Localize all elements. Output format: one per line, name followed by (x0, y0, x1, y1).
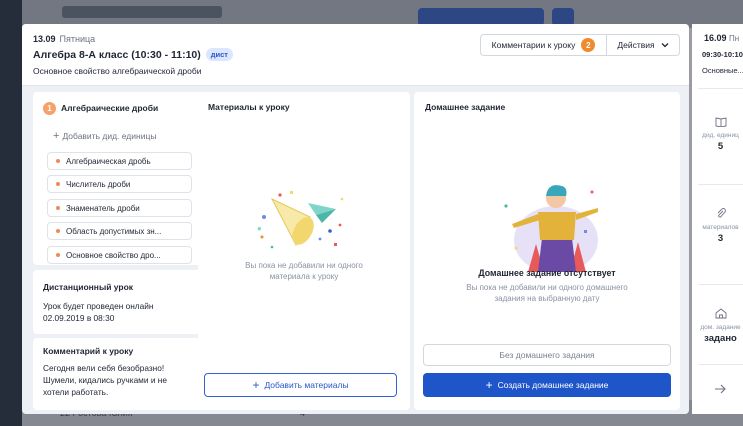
unit-item-label: Область допустимых зн... (66, 226, 162, 236)
actions-label: Действия (617, 40, 655, 50)
next-units-value: 5 (717, 141, 724, 152)
home-icon (715, 308, 726, 319)
next-date-value: 16.09 (704, 33, 727, 43)
next-materials-block: материалов 3 (698, 206, 743, 244)
unit-item[interactable]: Числитель дроби (47, 175, 192, 193)
unit-item-label: Числитель дроби (66, 179, 131, 189)
next-lesson-panel[interactable]: 16.09 Пн 09:30-10:10 Основные... дид. ед… (692, 24, 743, 414)
materials-card: Материалы к уроку Вы пока не добавили ни… (198, 92, 410, 410)
plus-icon: + (53, 130, 60, 142)
comments-button-label: Комментарии к уроку (491, 40, 576, 50)
units-card: 1 Алгебраические дроби + Добавить дид. еди… (33, 92, 212, 265)
homework-empty-title: Домашнее задание отсутствует (478, 268, 616, 278)
homework-title: Домашнее задание (425, 102, 506, 112)
materials-title: Материалы к уроку (208, 102, 290, 112)
comments-count-badge: 2 (581, 38, 596, 52)
lesson-header: 13.09 Пятница Алгебра 8-А класс (10:30 - … (22, 24, 689, 86)
units-title: 1 Алгебраические дроби (43, 102, 158, 115)
materials-empty-text: материала к уроку (269, 272, 339, 281)
next-lesson-topic: Основные... (702, 66, 743, 75)
create-homework-label: Создать домашнее задание (497, 380, 609, 390)
remote-badge: дист (205, 48, 233, 61)
lesson-title-row: Алгебра 8-А класс (10:30 - 11:10) дист (33, 48, 233, 61)
chevron-down-icon (661, 43, 669, 48)
divider (698, 184, 743, 185)
bullet-icon (56, 182, 60, 186)
comment-card: Комментарий к уроку Сегодня вели себя бе… (33, 338, 212, 410)
next-materials-value: 3 (717, 233, 724, 244)
lesson-weekday: Пятница (59, 34, 96, 44)
comments-button[interactable]: Комментарии к уроку 2 (480, 34, 607, 56)
no-homework-label: Без домашнего задания (499, 350, 595, 360)
unit-item-label: Основное свойство дро... (66, 250, 161, 260)
lesson-date: 13.09 Пятница (33, 34, 95, 44)
next-lesson-time: 09:30-10:10 (702, 50, 743, 59)
unit-item[interactable]: Алгебраическая дробь (47, 152, 192, 170)
divider (698, 88, 743, 89)
unit-item-label: Алгебраическая дробь (66, 156, 151, 166)
actions-dropdown[interactable]: Действия (606, 34, 680, 56)
comment-line: хотели работать. (43, 387, 109, 397)
homework-empty-text: Вы пока не добавили ни одного домашнего (466, 283, 628, 292)
no-homework-button[interactable]: Без домашнего задания (423, 344, 671, 366)
divider (698, 364, 743, 365)
next-homework-label: дом. задание (700, 324, 741, 331)
arrow-right-icon[interactable] (714, 384, 726, 394)
unit-item-label: Знаменатель дроби (66, 203, 140, 213)
next-units-block: дид. единиц 5 (698, 114, 743, 152)
unit-item[interactable]: Знаменатель дроби (47, 199, 192, 217)
bullet-icon (56, 253, 60, 257)
add-materials-button[interactable]: + Добавить материалы (204, 373, 397, 397)
units-title-text: Алгебраические дроби (61, 102, 159, 113)
homework-empty-text: задания на выбранную дату (494, 294, 600, 303)
comment-line: Шумели, кидались ручками и не (43, 375, 167, 385)
add-units-button[interactable]: + Добавить дид. единицы (53, 130, 156, 142)
plus-icon: + (485, 378, 493, 392)
units-number-badge: 1 (43, 102, 56, 115)
materials-empty-text: Вы пока не добавили ни одного (245, 261, 363, 270)
party-illustration (257, 191, 344, 249)
plus-icon: + (252, 378, 260, 392)
homework-card: Домашнее задание Домашнее задание отсутс… (414, 92, 680, 410)
paperclip-icon (717, 208, 726, 218)
remote-title: Дистанционный урок (43, 282, 134, 292)
comment-line: Сегодня вели себя безобразно! (43, 363, 165, 373)
book-icon (715, 117, 726, 128)
remote-datetime: 02.09.2019 в 08:30 (43, 313, 115, 323)
lesson-date-value: 13.09 (33, 34, 56, 44)
lesson-title: Алгебра 8-А класс (10:30 - 11:10) (33, 48, 201, 61)
lesson-modal: 13.09 Пятница Алгебра 8-А класс (10:30 - … (22, 24, 689, 414)
comment-title: Комментарий к уроку (43, 346, 134, 356)
next-homework-value: задано (704, 333, 737, 344)
next-weekday: Пн (729, 34, 740, 43)
divider (698, 284, 743, 285)
next-units-label: дид. единиц (702, 132, 739, 139)
person-illustration (504, 185, 598, 272)
add-materials-label: Добавить материалы (264, 380, 349, 390)
next-materials-label: материалов (702, 224, 739, 231)
remote-text: Урок будет проведен онлайн (43, 301, 154, 311)
unit-item[interactable]: Основное свойство дро... (47, 246, 192, 264)
add-units-label: Добавить дид. единицы (62, 131, 157, 141)
bullet-icon (56, 229, 60, 233)
remote-lesson-card: Дистанционный урок Урок будет проведен о… (33, 270, 212, 334)
lesson-topic: Основное свойство алгебраической дроби (33, 66, 202, 76)
bullet-icon (56, 159, 60, 163)
bullet-icon (56, 206, 60, 210)
unit-item[interactable]: Область допустимых зн... (47, 222, 192, 240)
create-homework-button[interactable]: + Создать домашнее задание (423, 373, 671, 397)
next-lesson-date: 16.09 Пн (704, 33, 739, 43)
next-homework-block: дом. задание задано (698, 306, 743, 344)
